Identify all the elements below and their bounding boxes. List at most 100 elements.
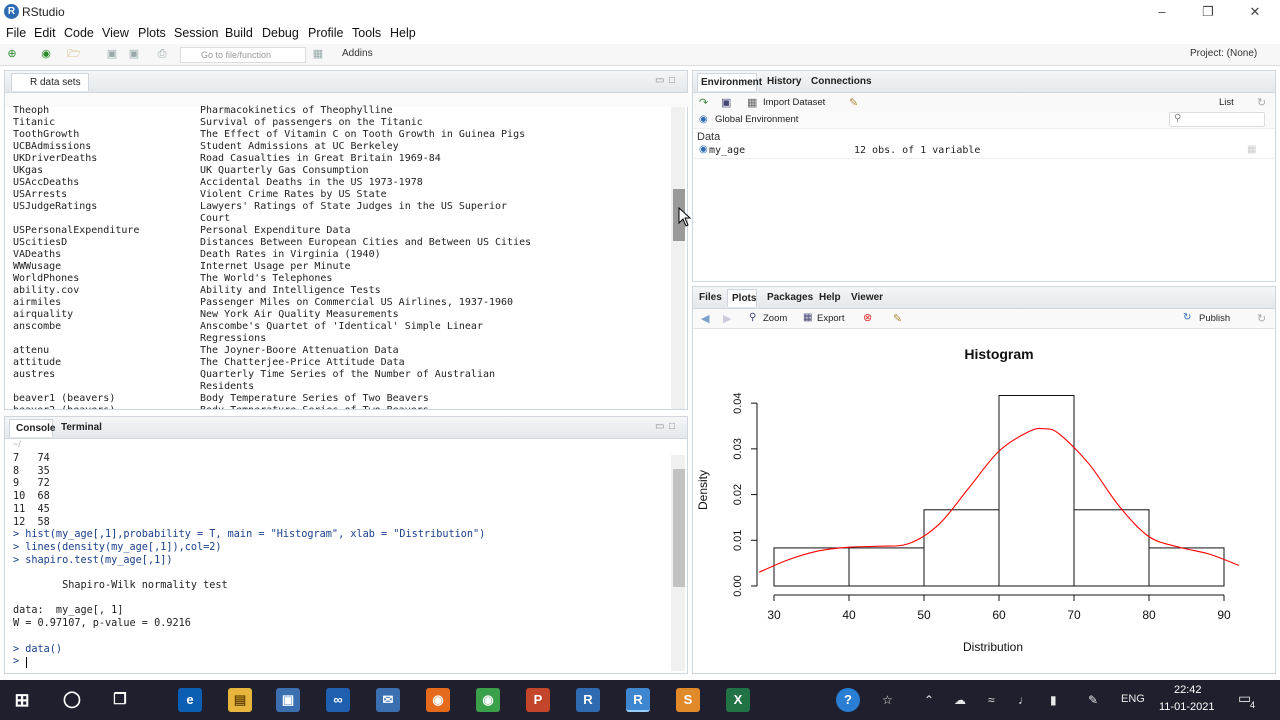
dataset-name: USAccDeaths	[13, 177, 80, 188]
mail-icon[interactable]: ✉	[376, 688, 400, 712]
pen-icon[interactable]: ✎	[1088, 693, 1098, 707]
excel-icon[interactable]: X	[726, 688, 750, 712]
minimize-pane-icon[interactable]: ▭	[655, 75, 664, 86]
histogram-bar	[1073, 509, 1150, 587]
open-file-icon[interactable]: 🗁	[66, 47, 82, 61]
load-workspace-icon[interactable]: ↷	[699, 96, 708, 109]
battery-icon[interactable]: ▮	[1050, 693, 1057, 707]
menu-session[interactable]: Session	[174, 26, 218, 40]
powerpoint-icon[interactable]: P	[526, 688, 550, 712]
console-output-line: 8 35	[13, 465, 50, 477]
close-icon[interactable]: ✕	[1247, 4, 1263, 20]
addins-button[interactable]: Addins	[342, 48, 373, 59]
clock-date[interactable]: 11-01-2021	[1159, 701, 1214, 713]
menu-code[interactable]: Code	[64, 26, 94, 40]
dataset-name: anscombe	[13, 321, 62, 332]
import-dataset-button[interactable]: Import Dataset	[763, 97, 825, 108]
tab-console[interactable]: Console	[9, 419, 55, 437]
help-icon[interactable]: ?	[836, 688, 860, 712]
r-app-icon[interactable]: R	[576, 688, 600, 712]
menu-tools[interactable]: Tools	[352, 26, 381, 40]
expand-var-icon[interactable]: ◉	[699, 144, 708, 155]
wifi-icon[interactable]: ≈	[988, 693, 995, 707]
console-scroll-thumb[interactable]	[673, 469, 685, 587]
tab-environment[interactable]: Environment	[697, 73, 762, 91]
x-tick-label: 30	[767, 608, 781, 622]
minimize-icon[interactable]: –	[1154, 4, 1170, 20]
project-menu[interactable]: Project: (None)	[1190, 48, 1257, 59]
dataset-name: airmiles	[13, 297, 62, 308]
language-indicator[interactable]: ENG	[1121, 693, 1145, 705]
sublime-icon[interactable]: S	[676, 688, 700, 712]
refresh-icon[interactable]: ↻	[1257, 96, 1266, 109]
publish-button[interactable]: Publish	[1199, 313, 1230, 324]
global-environment-select[interactable]: Global Environment	[715, 114, 798, 125]
console-maximize-icon[interactable]: □	[669, 421, 675, 432]
menu-debug[interactable]: Debug	[262, 26, 299, 40]
remove-plot-icon[interactable]: ⊗	[863, 311, 872, 324]
tab-environment-label: Environment	[701, 77, 763, 88]
view-data-icon[interactable]: ▦	[1247, 144, 1256, 155]
edge-icon[interactable]: e	[178, 688, 202, 712]
maximize-pane-icon[interactable]: □	[669, 75, 675, 86]
menu-view[interactable]: View	[102, 26, 129, 40]
menu-edit[interactable]: Edit	[34, 26, 56, 40]
console-scrollbar[interactable]	[671, 455, 685, 671]
dataset-description: The Effect of Vitamin C on Tooth Growth …	[200, 129, 526, 140]
menu-profile[interactable]: Profile	[308, 26, 343, 40]
start-icon[interactable]: ⊞	[10, 688, 34, 712]
search-circle-icon[interactable]: ◯	[60, 688, 84, 712]
y-axis-label: Density	[696, 470, 710, 510]
menu-build[interactable]: Build	[225, 26, 253, 40]
console-output[interactable]: 7 74 8 35 9 72 10 68 11 45 12 58 > hist(my_age…	[13, 453, 665, 673]
firefox-icon[interactable]: ◉	[426, 688, 450, 712]
clock-time[interactable]: 22:42	[1174, 684, 1202, 696]
zoom-button[interactable]: Zoom	[763, 313, 787, 324]
save-icon[interactable]: ▣	[104, 47, 120, 61]
goto-file-input[interactable]: Go to file/function	[180, 47, 306, 63]
task-view-icon[interactable]: ❐	[108, 688, 132, 712]
env-var-row[interactable]: ◉ my_age 12 obs. of 1 variable ▦	[693, 143, 1275, 159]
onedrive-icon[interactable]: ☁	[954, 693, 966, 707]
back-arrow-icon[interactable]: ◀	[701, 312, 709, 325]
tab-r-data-sets[interactable]: R data sets	[11, 73, 89, 91]
x-tick-label: 40	[842, 608, 856, 622]
save-workspace-icon[interactable]: ▣	[721, 96, 731, 109]
plots-refresh-icon[interactable]: ↻	[1257, 312, 1266, 325]
tab-help[interactable]: Help	[819, 292, 841, 303]
clear-plots-broom-icon[interactable]: ✎	[893, 312, 902, 325]
datasets-pane-header: R data sets ▭ □	[5, 71, 687, 93]
environment-search-input[interactable]: ⚲	[1169, 112, 1265, 127]
show-hidden-icons-icon[interactable]: ⌃	[924, 693, 934, 707]
volume-icon[interactable]: ♩	[1018, 693, 1030, 707]
tab-viewer[interactable]: Viewer	[851, 292, 883, 303]
export-button[interactable]: Export	[817, 313, 844, 324]
tab-files[interactable]: Files	[699, 292, 722, 303]
new-project-icon[interactable]: ◉	[38, 47, 54, 61]
grid-layout-icon[interactable]: ▦	[310, 47, 326, 61]
menu-file[interactable]: File	[6, 26, 26, 40]
datasets-scrollbar[interactable]	[671, 107, 685, 409]
menu-help[interactable]: Help	[390, 26, 416, 40]
tab-packages[interactable]: Packages	[767, 292, 813, 303]
print-icon[interactable]: ⎙	[154, 47, 170, 61]
save-all-icon[interactable]: ▣	[126, 47, 142, 61]
console-minimize-icon[interactable]: ▭	[655, 421, 664, 432]
tab-plots[interactable]: Plots	[727, 289, 757, 307]
tab-history[interactable]: History	[767, 76, 801, 87]
menu-plots[interactable]: Plots	[138, 26, 166, 40]
view-mode-select[interactable]: List	[1219, 97, 1234, 108]
tab-connections[interactable]: Connections	[811, 76, 872, 87]
visual-studio-icon[interactable]: ∞	[326, 688, 350, 712]
data-section-header: Data	[697, 131, 721, 143]
store-icon[interactable]: ▣	[276, 688, 300, 712]
tab-terminal[interactable]: Terminal	[61, 422, 102, 433]
restore-icon[interactable]: ❐	[1200, 4, 1216, 20]
people-icon[interactable]: ☆	[882, 693, 893, 707]
chrome-icon[interactable]: ◉	[476, 688, 500, 712]
clear-broom-icon[interactable]: ✎	[849, 96, 858, 109]
rstudio-taskbar-icon[interactable]: R	[626, 688, 650, 712]
new-file-icon[interactable]: ⊕	[4, 47, 20, 61]
forward-arrow-icon[interactable]: ▶	[723, 312, 731, 325]
file-explorer-icon[interactable]: ▤	[228, 688, 252, 712]
